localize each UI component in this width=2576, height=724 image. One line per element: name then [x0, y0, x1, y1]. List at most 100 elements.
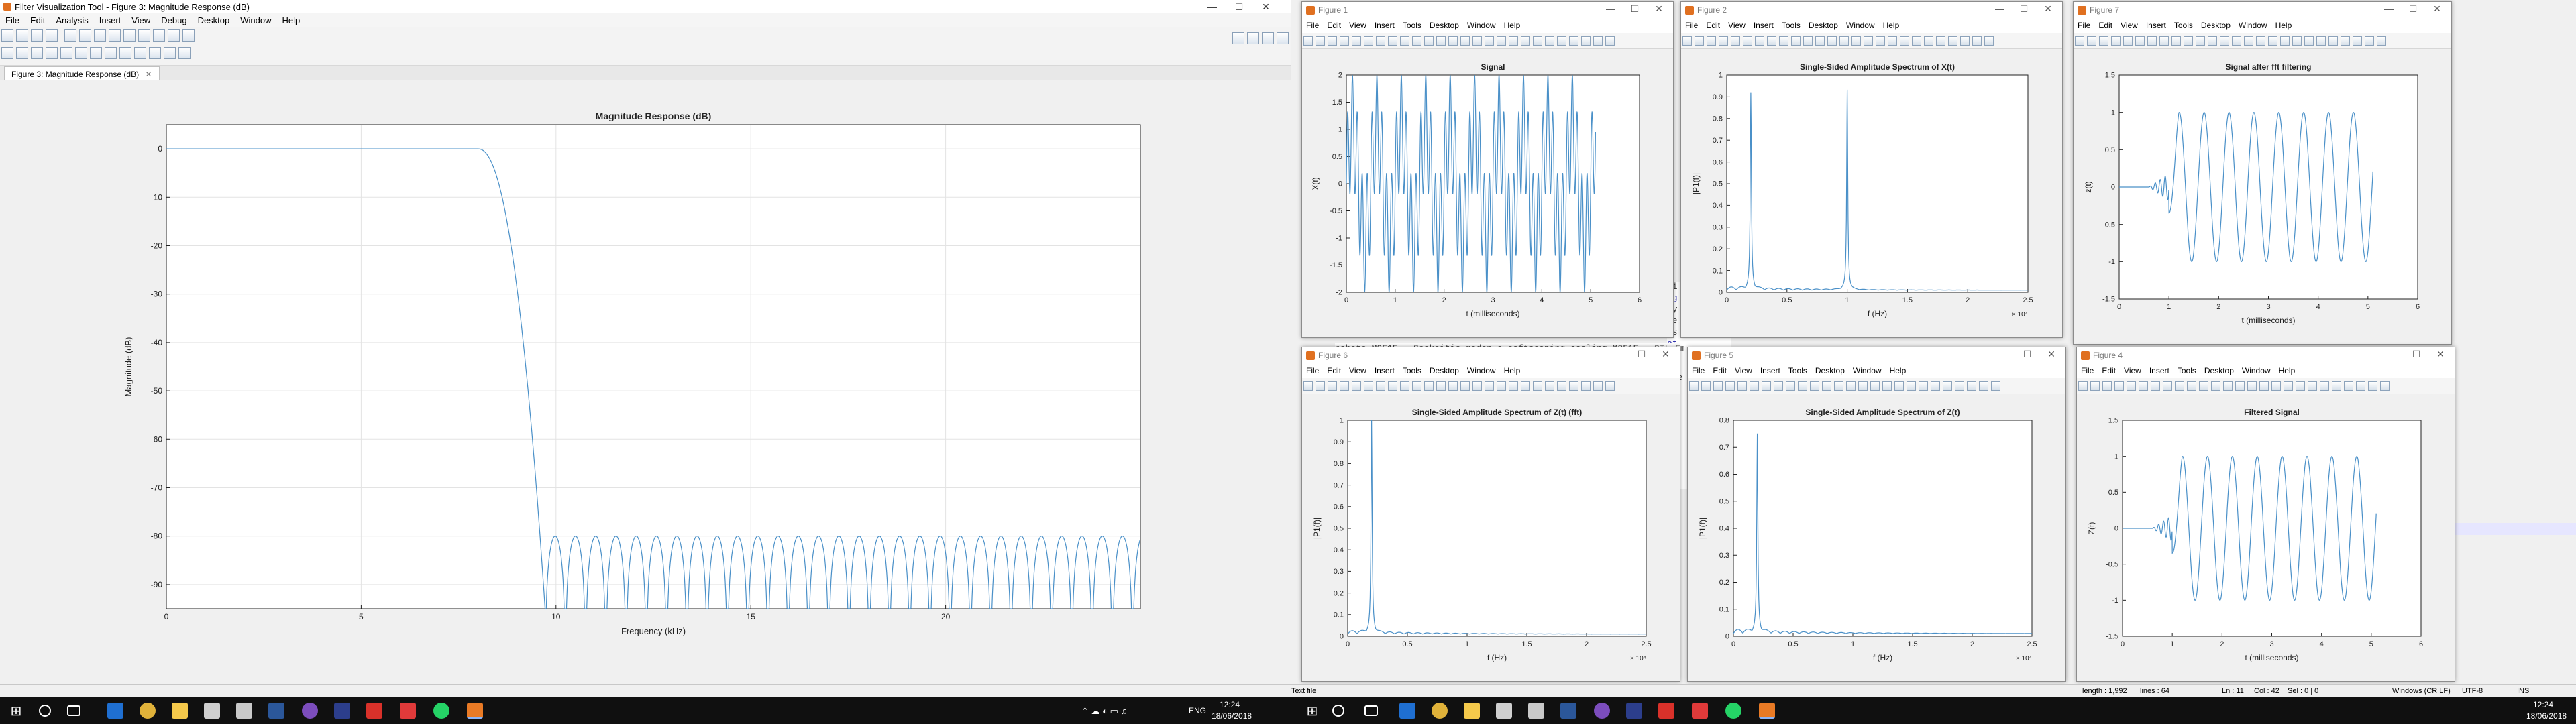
- fig-toolbar-icon[interactable]: [1750, 381, 1759, 391]
- fig-toolbar-icon[interactable]: [2175, 381, 2184, 391]
- fig-toolbar-icon[interactable]: [1864, 36, 1873, 46]
- fig-toolbar-icon[interactable]: [1774, 381, 1783, 391]
- fig-toolbar-icon[interactable]: [1888, 36, 1897, 46]
- fig-toolbar-icon[interactable]: [1846, 381, 1856, 391]
- print-preview-icon[interactable]: [31, 29, 43, 42]
- fig-toolbar-icon[interactable]: [1316, 381, 1325, 391]
- fig-menu-item[interactable]: Edit: [1323, 363, 1345, 375]
- fig-toolbar-icon[interactable]: [1786, 381, 1795, 391]
- fig-menu-item[interactable]: Desktop: [1811, 363, 1849, 375]
- fig-toolbar-icon[interactable]: [2099, 36, 2108, 46]
- fig-toolbar-icon[interactable]: [2220, 36, 2229, 46]
- fig-toolbar-icon[interactable]: [1581, 36, 1591, 46]
- zoom-out-icon[interactable]: [153, 29, 165, 42]
- insert-doublearrow-icon[interactable]: [123, 29, 136, 42]
- insert-arrow-icon[interactable]: [94, 29, 106, 42]
- zoom-icon[interactable]: [46, 29, 58, 42]
- fig-toolbar-icon[interactable]: [1340, 36, 1349, 46]
- fig-toolbar-icon[interactable]: [1521, 36, 1530, 46]
- minimize-button[interactable]: —: [1606, 349, 1629, 362]
- fig-toolbar-icon[interactable]: [1907, 381, 1916, 391]
- magnitude-estimate-icon[interactable]: [149, 47, 161, 59]
- fig-menu-item[interactable]: Insert: [1371, 363, 1399, 375]
- fig-menu-item[interactable]: View: [2116, 18, 2142, 30]
- fig-toolbar-icon[interactable]: [1936, 36, 1945, 46]
- task-view-icon[interactable]: [67, 705, 80, 716]
- fig-toolbar-icon[interactable]: [2368, 381, 2377, 391]
- fig-toolbar-icon[interactable]: [2139, 381, 2148, 391]
- fig-toolbar-icon[interactable]: [2159, 36, 2169, 46]
- fig-toolbar-icon[interactable]: [1876, 36, 1885, 46]
- fig-toolbar-icon[interactable]: [1485, 381, 1494, 391]
- fig-toolbar-icon[interactable]: [2147, 36, 2157, 46]
- fig-toolbar-icon[interactable]: [2163, 381, 2172, 391]
- maximize-button[interactable]: ☐: [1630, 349, 1653, 362]
- fig-toolbar-icon[interactable]: [1593, 36, 1603, 46]
- fig-toolbar-icon[interactable]: [2078, 381, 2088, 391]
- acrobat-icon[interactable]: [366, 703, 382, 719]
- fig-menu-item[interactable]: File: [1302, 363, 1323, 375]
- fig-toolbar-icon[interactable]: [1919, 381, 1928, 391]
- fig-toolbar-icon[interactable]: [1984, 36, 1994, 46]
- legend-icon[interactable]: [182, 29, 195, 42]
- cost-icon[interactable]: [178, 47, 191, 59]
- fig-menu-item[interactable]: Desktop: [2200, 363, 2238, 375]
- fig-menu-item[interactable]: Tools: [1399, 363, 1426, 375]
- clock-date[interactable]: 18/06/2018: [1212, 711, 1252, 721]
- fig-toolbar-icon[interactable]: [1388, 381, 1397, 391]
- group-delay-icon[interactable]: [46, 47, 58, 59]
- fig-toolbar-icon[interactable]: [1924, 36, 1933, 46]
- fig-toolbar-icon[interactable]: [1948, 36, 1957, 46]
- fig-toolbar-icon[interactable]: [2090, 381, 2100, 391]
- fig-menu-item[interactable]: Insert: [1750, 18, 1778, 30]
- phase-delay-icon[interactable]: [60, 47, 72, 59]
- fig-toolbar-icon[interactable]: [1737, 381, 1747, 391]
- fig-toolbar-icon[interactable]: [1979, 381, 1988, 391]
- minimize-button[interactable]: —: [1201, 0, 1224, 13]
- menu-help[interactable]: Help: [277, 13, 306, 25]
- close-button[interactable]: ✕: [1654, 349, 1677, 362]
- fig-toolbar-icon[interactable]: [1707, 36, 1716, 46]
- step-response-icon[interactable]: [90, 47, 102, 59]
- fig-toolbar-icon[interactable]: [2232, 36, 2241, 46]
- fig-toolbar-icon[interactable]: [1412, 36, 1421, 46]
- fig-menu-item[interactable]: Desktop: [2197, 18, 2235, 30]
- phase-response-icon[interactable]: [16, 47, 28, 59]
- whatsapp-icon[interactable]: [433, 703, 449, 719]
- fig-toolbar-icon[interactable]: [2199, 381, 2208, 391]
- fig-toolbar-icon[interactable]: [2380, 381, 2390, 391]
- fig-toolbar-icon[interactable]: [2320, 381, 2329, 391]
- minimize-button[interactable]: —: [1992, 349, 2015, 362]
- language-indicator[interactable]: ENG: [1189, 706, 1206, 715]
- pdf-icon[interactable]: [400, 703, 416, 719]
- fig-menu-item[interactable]: Window: [2238, 363, 2275, 375]
- tab-figure-3[interactable]: Figure 3: Magnitude Response (dB) ✕: [4, 66, 160, 80]
- fig-toolbar-icon[interactable]: [2341, 36, 2350, 46]
- fig-toolbar-icon[interactable]: [2284, 381, 2293, 391]
- start-icon-2[interactable]: ⊞: [1304, 703, 1320, 719]
- fig-toolbar-icon[interactable]: [1931, 381, 1940, 391]
- fig-menu-item[interactable]: Help: [1500, 363, 1525, 375]
- fig-toolbar-icon[interactable]: [1400, 381, 1409, 391]
- fig-toolbar-icon[interactable]: [2208, 36, 2217, 46]
- fig-toolbar-icon[interactable]: [1605, 381, 1615, 391]
- fig-toolbar-icon[interactable]: [1815, 36, 1825, 46]
- menu-window[interactable]: Window: [235, 13, 276, 25]
- close-button[interactable]: ✕: [2037, 3, 2059, 17]
- word-icon[interactable]: [268, 703, 284, 719]
- fig-menu-item[interactable]: Edit: [2094, 18, 2116, 30]
- insert-text-icon[interactable]: [79, 29, 91, 42]
- app-icon[interactable]: [334, 703, 350, 719]
- fig-menu-item[interactable]: File: [1681, 18, 1702, 30]
- fvtool-titlebar[interactable]: Filter Visualization Tool - Figure 3: Ma…: [0, 0, 1291, 13]
- fig-toolbar-icon[interactable]: [1991, 381, 2000, 391]
- fig-toolbar-icon[interactable]: [1803, 36, 1813, 46]
- clock-time-2[interactable]: 12:24: [2533, 700, 2553, 709]
- fig-toolbar-icon[interactable]: [1731, 36, 1740, 46]
- chrome-icon-2[interactable]: [1432, 703, 1448, 719]
- fig-menu-item[interactable]: Tools: [2174, 363, 2200, 375]
- fig-menu-item[interactable]: File: [1302, 18, 1323, 30]
- file-explorer-icon[interactable]: [172, 703, 188, 719]
- fig-toolbar-icon[interactable]: [2377, 36, 2386, 46]
- fig-toolbar-icon[interactable]: [1779, 36, 1788, 46]
